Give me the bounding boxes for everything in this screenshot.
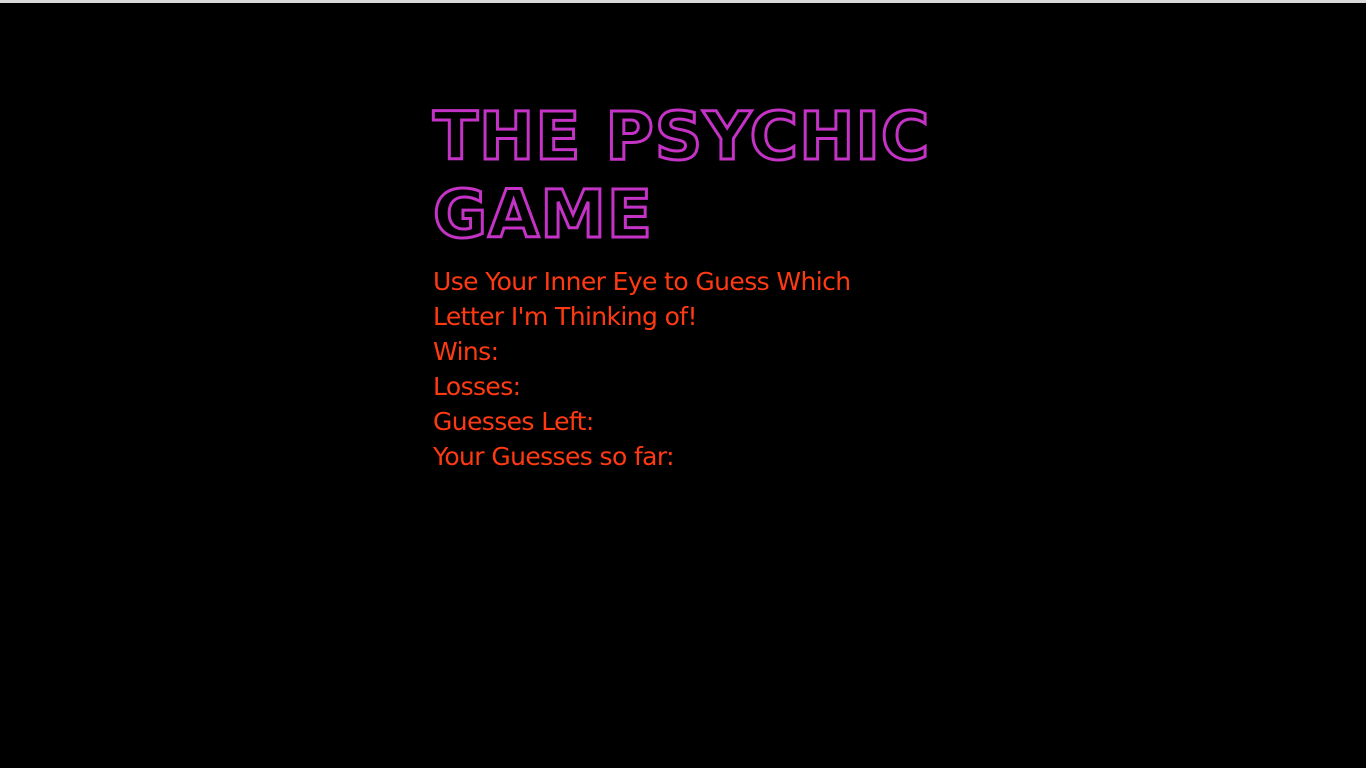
game-instructions: Use Your Inner Eye to Guess Which Letter… [433,267,851,331]
guesses-so-far-label: Your Guesses so far: [433,442,675,471]
wins-row: Wins: [433,334,953,369]
game-title-line-1: The Psychic [432,97,931,177]
game-title: The Psychic Game [432,97,943,255]
guesses-left-row: Guesses Left: [433,404,953,439]
wins-label: Wins: [433,337,499,366]
guesses-so-far-row: Your Guesses so far: [433,439,953,474]
losses-row: Losses: [433,369,953,404]
losses-label: Losses: [433,372,521,401]
browser-top-border [0,0,1366,3]
game-title-line-2: Game [432,175,654,255]
psychic-game-panel: The Psychic Game Use Your Inner Eye to G… [432,97,953,474]
guesses-left-label: Guesses Left: [433,407,594,436]
